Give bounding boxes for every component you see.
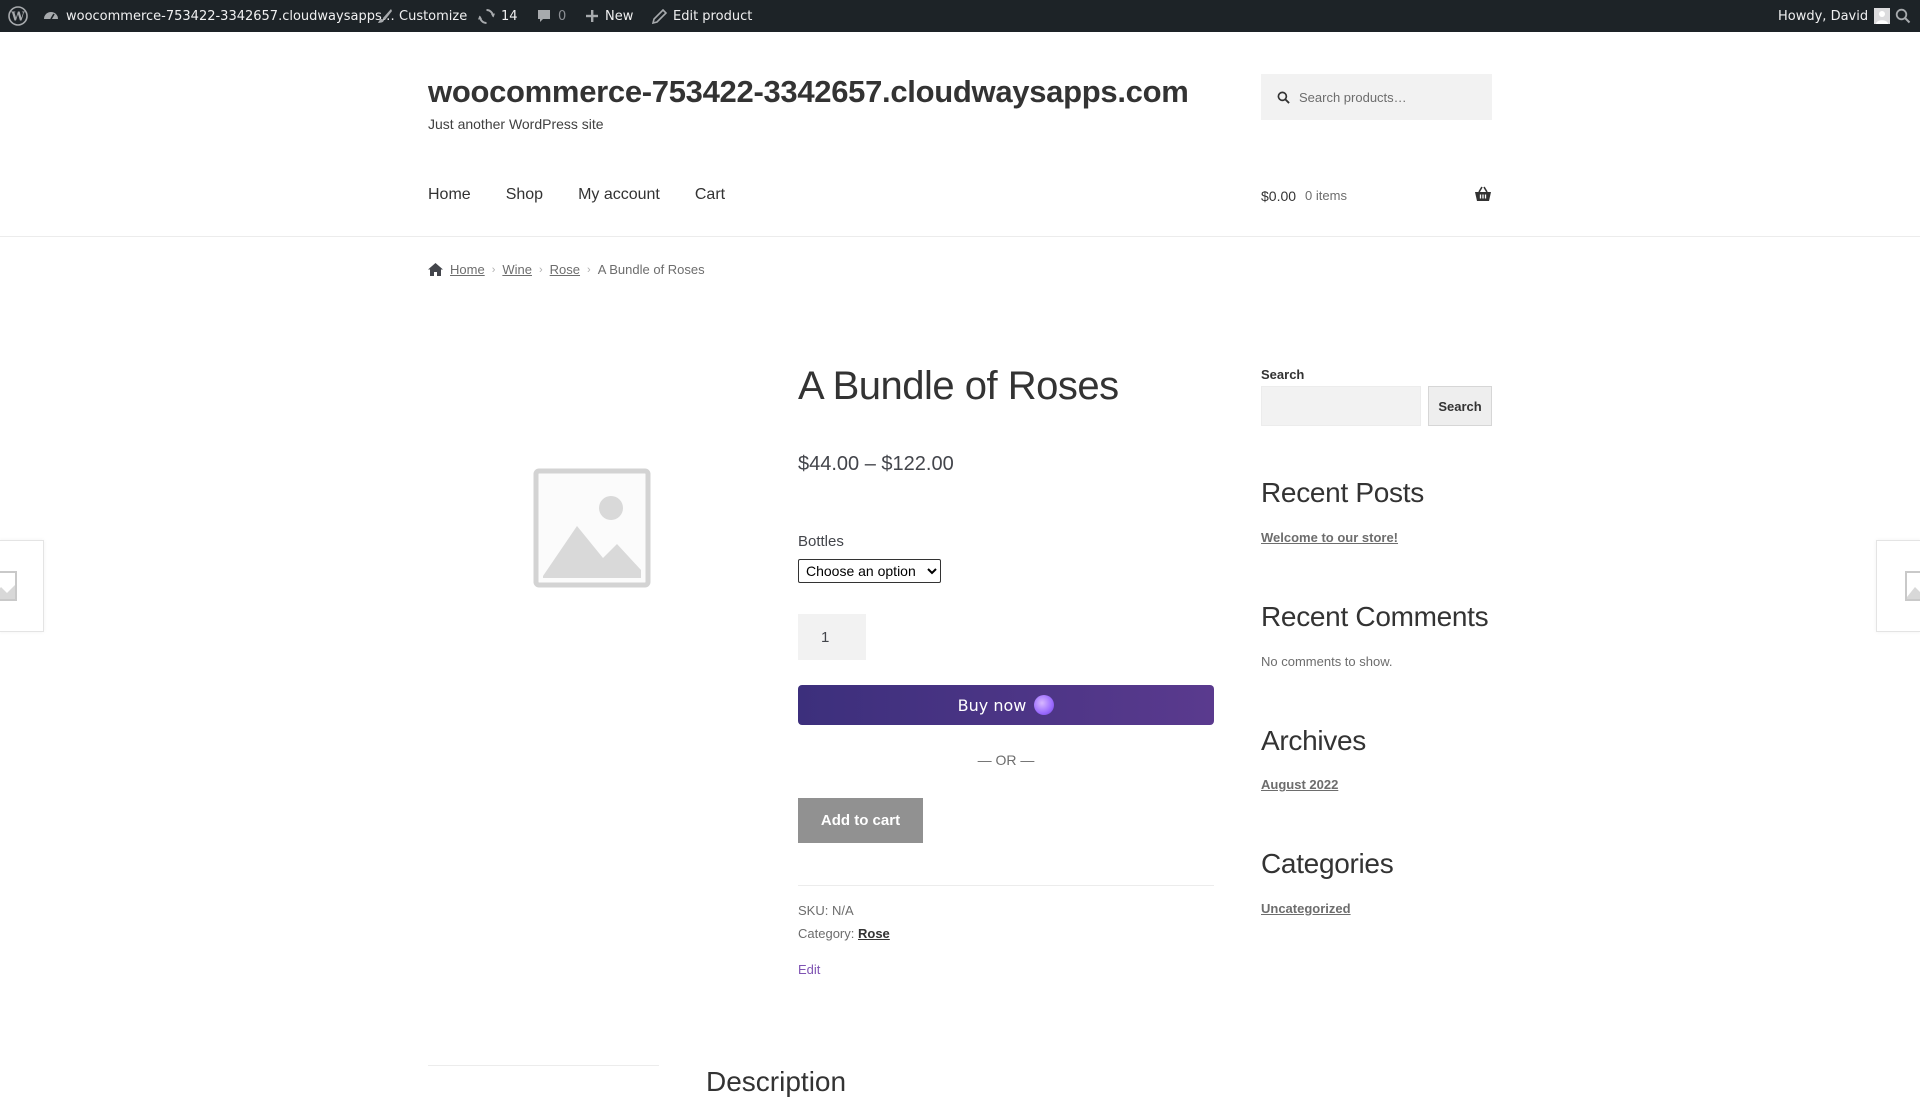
comments-link[interactable]: 0 xyxy=(536,0,566,32)
archive-link[interactable]: August 2022 xyxy=(1261,777,1338,792)
product-title: A Bundle of Roses xyxy=(798,364,1119,408)
nav-cart[interactable]: Cart xyxy=(695,186,725,204)
mini-cart[interactable]: $0.00 0 items xyxy=(1261,186,1492,205)
product-price: $44.00 – $122.00 xyxy=(798,453,954,475)
comments-count: 0 xyxy=(558,8,567,24)
product-image-placeholder[interactable] xyxy=(533,468,651,593)
updates-count: 14 xyxy=(501,8,518,24)
tabs-divider xyxy=(428,1065,659,1066)
site-tagline: Just another WordPress site xyxy=(428,116,604,132)
breadcrumb: Home › Wine › Rose › A Bundle of Roses xyxy=(428,262,705,277)
site-title[interactable]: woocommerce-753422-3342657.cloudwaysapps… xyxy=(428,74,1189,110)
nav-home[interactable]: Home xyxy=(428,186,471,204)
breadcrumb-wine[interactable]: Wine xyxy=(502,262,532,277)
product-search-placeholder: Search products… xyxy=(1299,89,1407,105)
product-search-field[interactable]: Search products… xyxy=(1261,74,1492,120)
cart-item-count: 0 items xyxy=(1305,188,1347,203)
howdy-label: Howdy, David xyxy=(1778,8,1869,24)
product-category: Category: Rose xyxy=(798,926,890,941)
sidebar-search-label: Search xyxy=(1261,367,1305,382)
header-divider xyxy=(0,236,1920,237)
edit-product-label: Edit product xyxy=(673,8,753,24)
sidebar-search-input[interactable] xyxy=(1261,386,1421,426)
nav-shop[interactable]: Shop xyxy=(506,186,543,204)
cart-total: $0.00 xyxy=(1261,187,1297,204)
search-icon xyxy=(1277,91,1290,104)
chevron-right-icon: › xyxy=(587,263,591,276)
next-product-link[interactable] xyxy=(1876,540,1920,632)
recent-comments-heading: Recent Comments xyxy=(1261,601,1489,632)
chevron-right-icon: › xyxy=(491,263,496,276)
tab-description[interactable]: Description xyxy=(706,1066,846,1098)
no-comments-text: No comments to show. xyxy=(1261,654,1393,669)
admin-bar-site-link[interactable]: woocommerce-753422-3342657.cloudwaysapps… xyxy=(42,0,395,32)
categories-heading: Categories xyxy=(1261,848,1394,879)
nav-my-account[interactable]: My account xyxy=(578,186,660,204)
dashboard-icon xyxy=(44,12,58,20)
breadcrumb-rose[interactable]: Rose xyxy=(550,262,580,277)
comment-icon xyxy=(538,10,550,22)
admin-bar-site-name: woocommerce-753422-3342657.cloudwaysapps… xyxy=(66,8,395,24)
variation-label: Bottles xyxy=(798,533,844,550)
image-placeholder-icon xyxy=(0,571,17,601)
product-sku: SKU: N/A xyxy=(798,903,854,918)
image-placeholder-icon xyxy=(533,468,651,588)
image-placeholder-icon xyxy=(1905,571,1920,601)
customize-link[interactable]: Customize xyxy=(377,0,467,32)
buy-now-button[interactable]: Buy now xyxy=(798,685,1214,725)
breadcrumb-home[interactable]: Home xyxy=(450,262,485,277)
account-menu[interactable]: Howdy, David xyxy=(1778,0,1891,32)
meta-divider xyxy=(798,885,1214,886)
wordpress-logo-icon[interactable]: W xyxy=(8,0,28,32)
plus-icon xyxy=(586,10,598,22)
admin-search-icon[interactable] xyxy=(1895,0,1911,32)
home-icon xyxy=(428,263,443,276)
pencil-icon xyxy=(652,8,667,24)
add-to-cart-button[interactable]: Add to cart xyxy=(798,798,923,843)
archives-heading: Archives xyxy=(1261,725,1366,756)
new-content-link[interactable]: New xyxy=(585,0,633,32)
recent-post-link[interactable]: Welcome to our store! xyxy=(1261,530,1398,545)
quantity-input[interactable] xyxy=(798,614,866,660)
bottles-select[interactable]: Choose an option xyxy=(798,559,941,583)
or-separator: — OR — xyxy=(977,752,1035,768)
new-label: New xyxy=(605,8,634,24)
svg-text:W: W xyxy=(10,10,25,24)
chevron-right-icon: › xyxy=(538,263,543,276)
basket-icon xyxy=(1474,186,1492,205)
updates-link[interactable]: 14 xyxy=(478,0,518,32)
primary-navigation: Home Shop My account Cart xyxy=(428,186,725,204)
edit-product-link[interactable]: Edit product xyxy=(652,0,752,32)
sidebar-category-link[interactable]: Uncategorized xyxy=(1261,901,1351,916)
recent-posts-heading: Recent Posts xyxy=(1261,477,1424,508)
customize-label: Customize xyxy=(399,8,468,24)
admin-bar: W woocommerce-753422-3342657.cloudwaysap… xyxy=(0,0,1920,32)
sidebar-search-button[interactable]: Search xyxy=(1428,386,1492,426)
buy-now-label: Buy now xyxy=(957,695,1027,715)
edit-link[interactable]: Edit xyxy=(798,962,820,977)
breadcrumb-current: A Bundle of Roses xyxy=(597,262,705,277)
paintbrush-icon xyxy=(378,9,392,23)
avatar xyxy=(1874,8,1891,24)
previous-product-link[interactable] xyxy=(0,540,44,632)
category-link[interactable]: Rose xyxy=(858,926,890,941)
category-label: Category: xyxy=(798,926,855,941)
updates-icon xyxy=(478,8,495,24)
payment-logo-icon xyxy=(1034,695,1055,715)
